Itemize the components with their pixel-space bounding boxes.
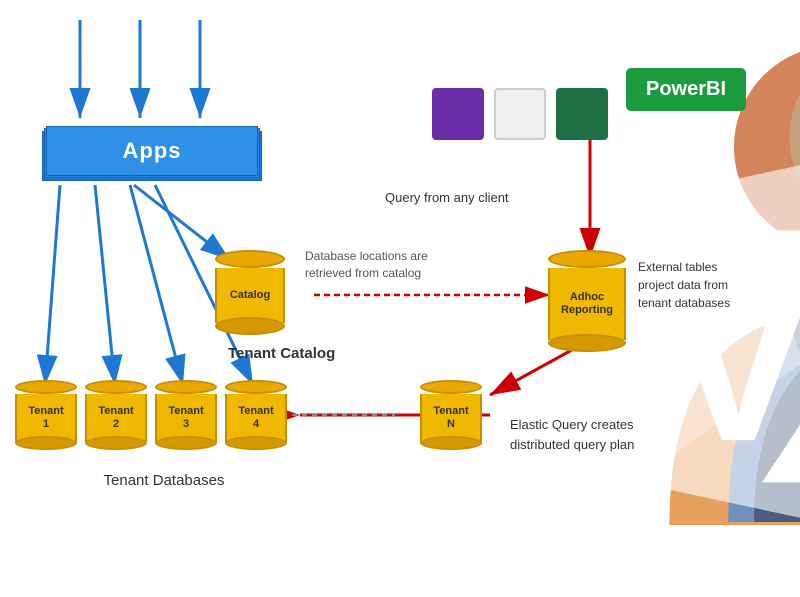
apps-stacked-box: Apps xyxy=(42,126,262,181)
tenant3-label: Tenant3 xyxy=(168,405,203,431)
tenant1-label: Tenant1 xyxy=(28,405,63,431)
tenant3-cylinder: Tenant3 xyxy=(155,380,217,450)
tenant1-cylinder: Tenant1 xyxy=(15,380,77,450)
db-locations-label: Database locations areretrieved from cat… xyxy=(305,248,428,282)
apps-box: Apps xyxy=(24,122,280,185)
tenant-databases-label: Tenant Databases xyxy=(24,472,304,489)
diagram: Apps Catalog Tenant1 Tenant2 Tenant3 xyxy=(0,0,800,507)
tenant4-label: Tenant4 xyxy=(238,405,273,431)
catalog-cylinder: Catalog xyxy=(215,250,285,335)
tenant2-label: Tenant2 xyxy=(98,405,133,431)
powerbi-button[interactable]: PowerBI xyxy=(626,68,746,111)
powerbi-label: PowerBI xyxy=(646,78,726,100)
elastic-query-label: Elastic Query createsdistributed query p… xyxy=(510,415,634,454)
external-tables-label: External tablesproject data fromtenant d… xyxy=(638,258,730,312)
catalog-cyl-body: Catalog xyxy=(215,268,285,323)
apps-layer-3: Apps xyxy=(46,126,258,176)
catalog-cyl-bottom xyxy=(215,317,285,335)
excel-icon: X xyxy=(556,88,608,140)
tools-icon xyxy=(494,88,546,140)
query-from-client-label: Query from any client xyxy=(385,190,509,205)
catalog-label: Catalog xyxy=(230,289,270,302)
svg-text:X: X xyxy=(759,151,800,560)
catalog-cyl-top xyxy=(215,250,285,268)
tenant-catalog-label: Tenant Catalog xyxy=(228,345,335,362)
vs-icon: V xyxy=(432,88,484,140)
tenant4-cylinder: Tenant4 xyxy=(225,380,287,450)
tenant2-cylinder: Tenant2 xyxy=(85,380,147,450)
apps-label: Apps xyxy=(123,138,182,164)
